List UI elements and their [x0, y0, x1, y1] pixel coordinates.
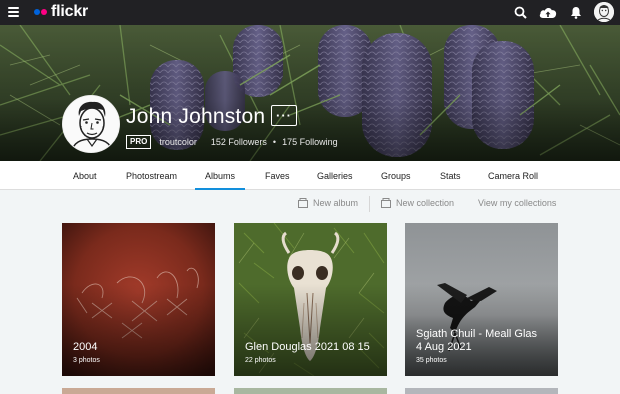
tab-camera-roll[interactable]: Camera Roll: [488, 161, 538, 190]
upload-cloud-icon[interactable]: [538, 2, 558, 22]
followers-link[interactable]: 152 Followers: [211, 137, 267, 147]
album-actions: New album New collection View my collect…: [0, 194, 620, 216]
album-icon: [298, 198, 308, 208]
next-album-peek: [62, 388, 215, 394]
album-title-line-1: Sgiath Chuil - Meall Glas: [416, 328, 538, 340]
more-options-button[interactable]: ···: [271, 105, 297, 126]
tab-photostream[interactable]: Photostream: [126, 161, 177, 190]
tab-faves[interactable]: Faves: [265, 161, 290, 190]
logo-pink-dot: [41, 9, 47, 15]
album-title: Sgiath Chuil - Meall Glas 4 Aug 2021: [416, 328, 556, 354]
tab-stats[interactable]: Stats: [440, 161, 461, 190]
logo-text: flickr: [51, 3, 89, 20]
header-icons: [502, 2, 614, 22]
album-card[interactable]: Sgiath Chuil - Meall Glas 4 Aug 2021 35 …: [405, 223, 558, 376]
album-photo-count: 22 photos: [245, 357, 276, 364]
album-title: Glen Douglas 2021 08 15: [245, 341, 370, 353]
new-album-button[interactable]: New album: [298, 198, 358, 208]
album-photo-count: 35 photos: [416, 357, 447, 364]
meta-separator: •: [272, 137, 277, 147]
tab-about[interactable]: About: [73, 161, 97, 190]
next-album-peek: [405, 388, 558, 394]
logo-blue-dot: [34, 9, 40, 15]
profile-name: John Johnston: [126, 105, 266, 128]
album-photo-count: 3 photos: [73, 357, 100, 364]
album-title: 2004: [73, 341, 98, 353]
view-collections-label: View my collections: [478, 198, 557, 208]
tab-albums[interactable]: Albums: [194, 161, 246, 190]
view-collections-link[interactable]: View my collections: [478, 198, 556, 208]
following-link[interactable]: 175 Following: [282, 137, 338, 147]
user-avatar[interactable]: [594, 2, 614, 22]
notifications-bell-icon[interactable]: [566, 2, 586, 22]
flickr-logo[interactable]: flickr: [34, 2, 88, 22]
menu-icon[interactable]: [8, 7, 19, 17]
tab-galleries[interactable]: Galleries: [317, 161, 353, 190]
tab-groups[interactable]: Groups: [381, 161, 411, 190]
new-collection-button[interactable]: New collection: [381, 198, 454, 208]
username: troutcolor: [159, 137, 197, 147]
next-album-peek: [234, 388, 387, 394]
new-collection-label: New collection: [396, 198, 455, 208]
new-album-label: New album: [313, 198, 359, 208]
profile-tabs: About Photostream Albums Faves Galleries…: [0, 161, 620, 190]
album-title-line-2: 4 Aug 2021: [416, 341, 472, 353]
collection-icon: [381, 198, 391, 208]
search-icon[interactable]: [510, 2, 530, 22]
top-navigation-bar: flickr: [0, 0, 620, 25]
pro-badge: PRO: [126, 135, 152, 149]
profile-meta: PRO troutcolor 152 Followers • 175 Follo…: [126, 135, 344, 149]
profile-avatar[interactable]: [62, 95, 120, 153]
album-card[interactable]: 2004 3 photos: [62, 223, 215, 376]
cover-photo: John Johnston ··· PRO troutcolor 152 Fol…: [0, 25, 620, 161]
actions-divider: [369, 196, 370, 212]
album-card[interactable]: Glen Douglas 2021 08 15 22 photos: [234, 223, 387, 376]
